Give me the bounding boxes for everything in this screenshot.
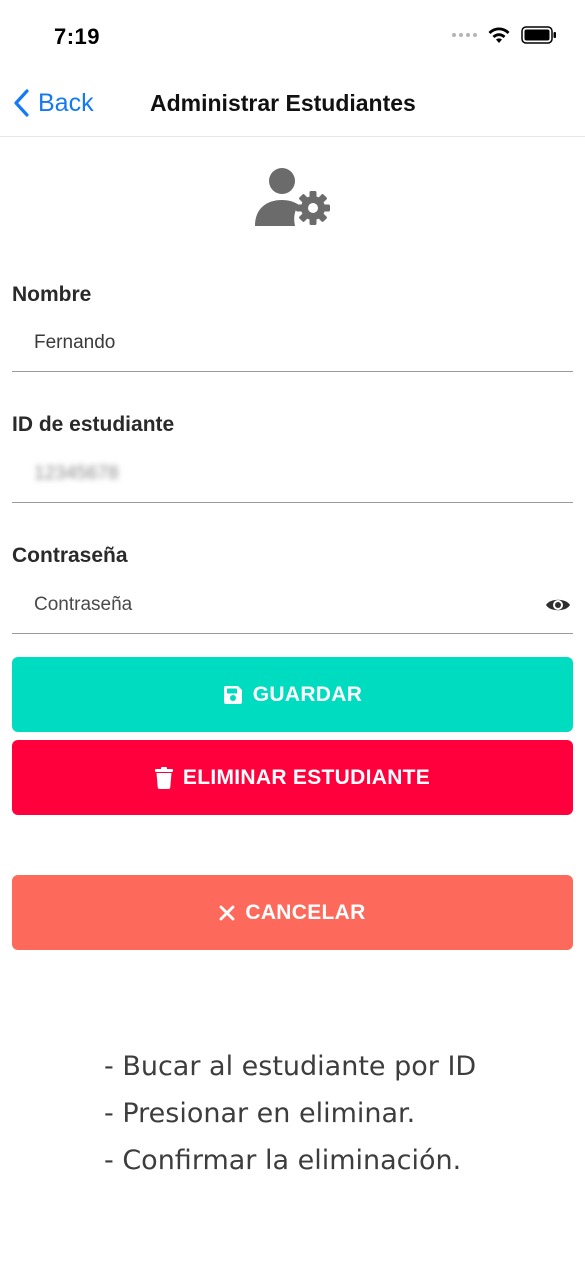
save-label: GUARDAR	[252, 682, 363, 706]
instruction-item: - Bucar al estudiante por ID	[104, 1051, 477, 1082]
instruction-item: - Presionar en eliminar.	[104, 1098, 416, 1129]
battery-icon	[521, 26, 556, 44]
eye-icon[interactable]	[545, 596, 571, 614]
password-label: Contraseña	[12, 544, 128, 567]
user-cog-icon	[255, 168, 330, 226]
name-label: Nombre	[12, 283, 92, 306]
wifi-icon	[488, 27, 510, 43]
student-id-label: ID de estudiante	[12, 413, 175, 436]
instructions-list: - Bucar al estudiante por ID - Presionar…	[104, 1043, 476, 1184]
password-placeholder: Contraseña	[34, 594, 133, 615]
name-value: Fernando	[34, 332, 116, 353]
chevron-left-icon	[14, 89, 29, 117]
save-button[interactable]: GUARDAR	[12, 657, 573, 732]
back-button[interactable]: Back	[12, 88, 94, 118]
instruction-item: - Confirmar la eliminación.	[104, 1145, 462, 1176]
close-icon	[219, 905, 235, 920]
back-label: Back	[38, 88, 94, 117]
delete-student-button[interactable]: ELIMINAR ESTUDIANTE	[12, 740, 573, 815]
cancel-label: CANCELAR	[245, 900, 366, 924]
password-input[interactable]: Contraseña	[12, 574, 573, 634]
delete-label: ELIMINAR ESTUDIANTE	[182, 765, 431, 789]
student-id-value: 12345678	[34, 463, 119, 484]
trash-icon	[154, 766, 173, 789]
status-icons	[452, 26, 557, 44]
name-input[interactable]: Fernando	[12, 312, 573, 372]
nav-bar: Back Administrar Estudiantes	[0, 74, 585, 137]
cancel-button[interactable]: CANCELAR	[12, 875, 573, 950]
status-time: 7:19	[54, 24, 101, 49]
page-title: Administrar Estudiantes	[150, 90, 416, 116]
student-id-input[interactable]: 12345678	[12, 443, 573, 503]
floppy-disk-icon	[223, 685, 242, 704]
signal-icon	[452, 33, 477, 37]
status-bar: 7:19	[0, 0, 585, 74]
